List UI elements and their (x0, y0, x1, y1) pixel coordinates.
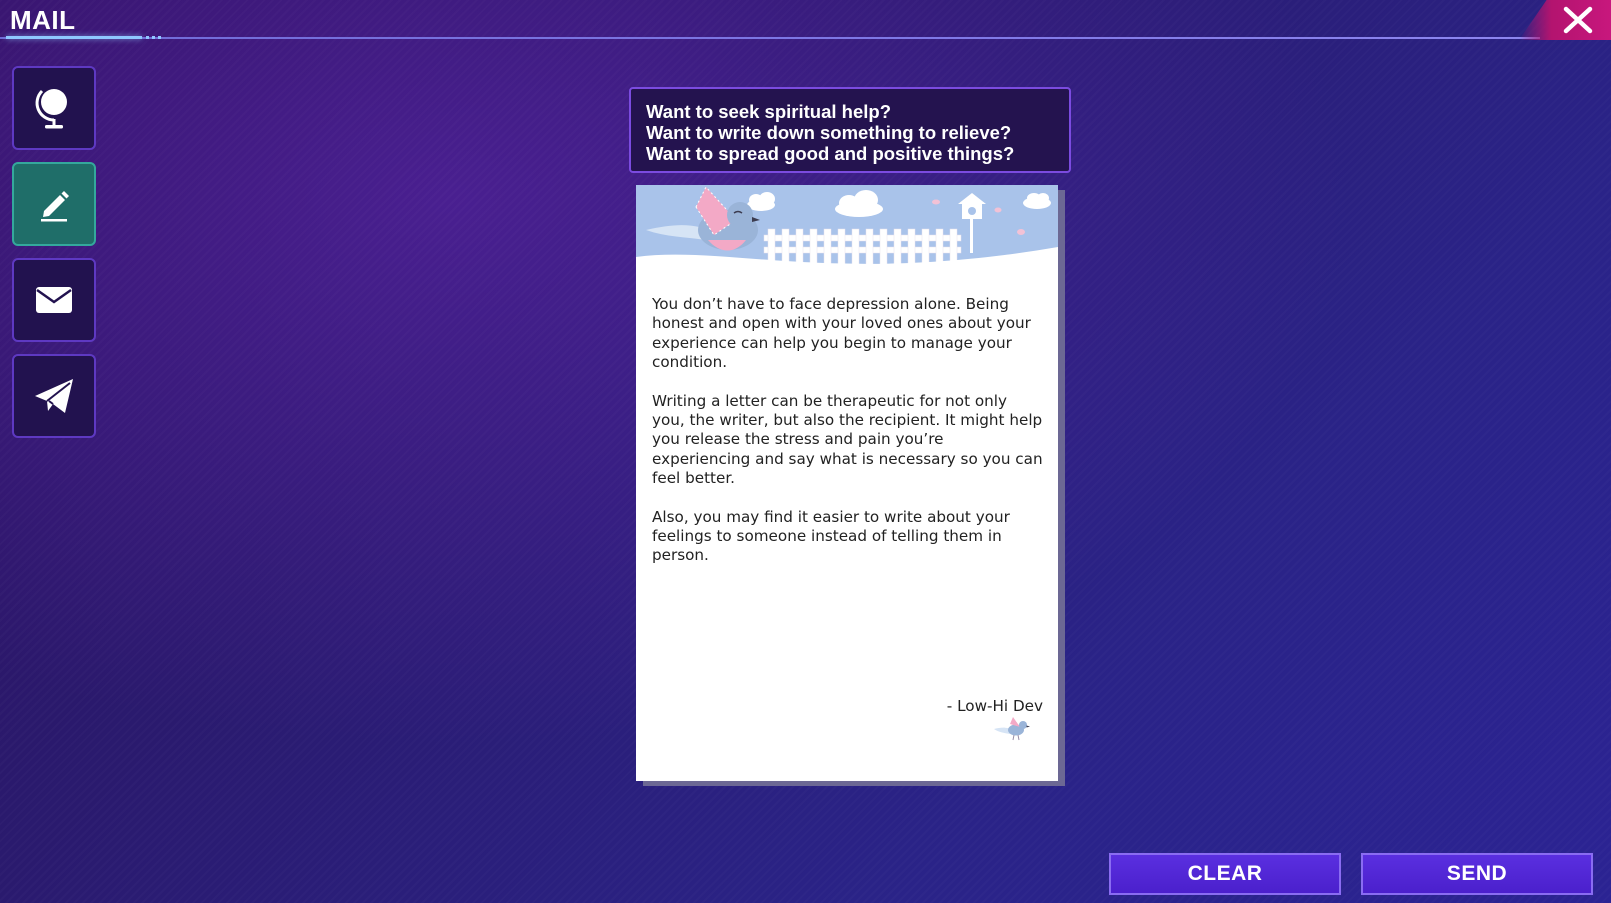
send-button[interactable]: SEND (1361, 853, 1593, 895)
letter-body[interactable]: You don’t have to face depression alone.… (652, 295, 1044, 585)
pencil-icon (41, 191, 69, 222)
paper-plane-icon (35, 379, 73, 413)
letter-paper[interactable]: You don’t have to face depression alone.… (636, 185, 1058, 781)
sidebar-item-send[interactable] (12, 354, 96, 438)
letter-signature: - Low-Hi Dev (946, 697, 1043, 715)
title-underline (0, 37, 1540, 39)
prompt-line: Want to spread good and positive things? (646, 143, 1015, 164)
globe-icon (35, 89, 67, 129)
close-button[interactable] (1519, 0, 1611, 40)
letter-paragraph: Writing a letter can be therapeutic for … (652, 391, 1043, 488)
prompt-line: Want to write down something to relieve? (646, 122, 1012, 143)
close-x-icon (1563, 6, 1593, 34)
envelope-icon (36, 287, 72, 313)
small-bird-icon (994, 717, 1030, 741)
title-underline-dots (146, 36, 164, 39)
letter-paragraph: You don’t have to face depression alone.… (652, 295, 1031, 372)
bird-fence-illustration (636, 185, 1058, 277)
window-title: MAIL (10, 5, 76, 35)
top-bar: MAIL (0, 0, 1611, 40)
letter-paragraph: Also, you may find it easier to write ab… (652, 507, 1010, 565)
clear-button[interactable]: CLEAR (1109, 853, 1341, 895)
prompt-line: Want to seek spiritual help? (646, 101, 891, 122)
title-underline-accent (6, 36, 142, 39)
sidebar (12, 66, 96, 450)
sidebar-item-inbox[interactable] (12, 258, 96, 342)
sidebar-item-globe[interactable] (12, 66, 96, 150)
sidebar-item-write[interactable] (12, 162, 96, 246)
prompt-box: Want to seek spiritual help? Want to wri… (629, 87, 1071, 173)
